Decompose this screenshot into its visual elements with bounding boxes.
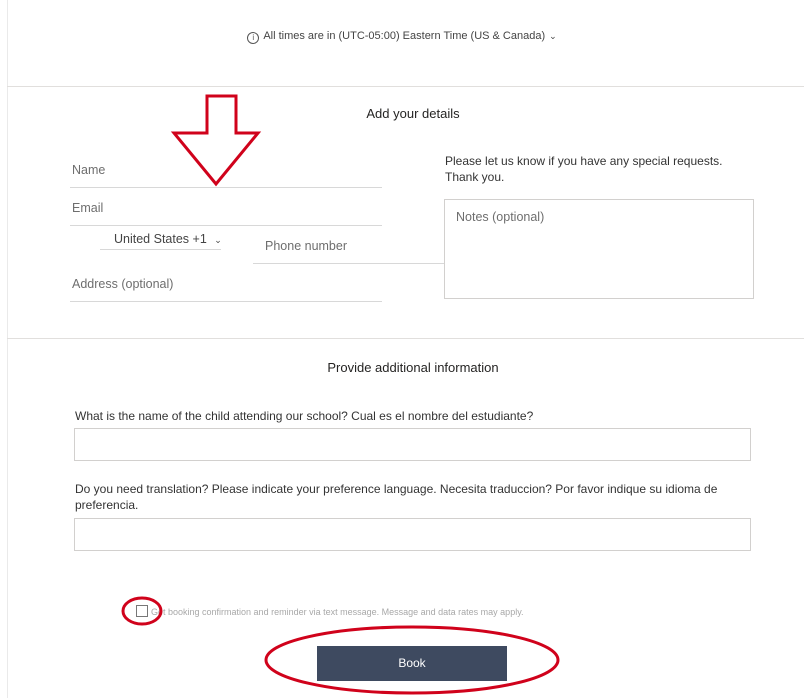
book-button-circle-annotation [264, 625, 560, 695]
annotation-overlay [121, 94, 560, 695]
checkbox-circle-annotation [121, 596, 163, 626]
red-arrow-annotation [170, 94, 262, 187]
